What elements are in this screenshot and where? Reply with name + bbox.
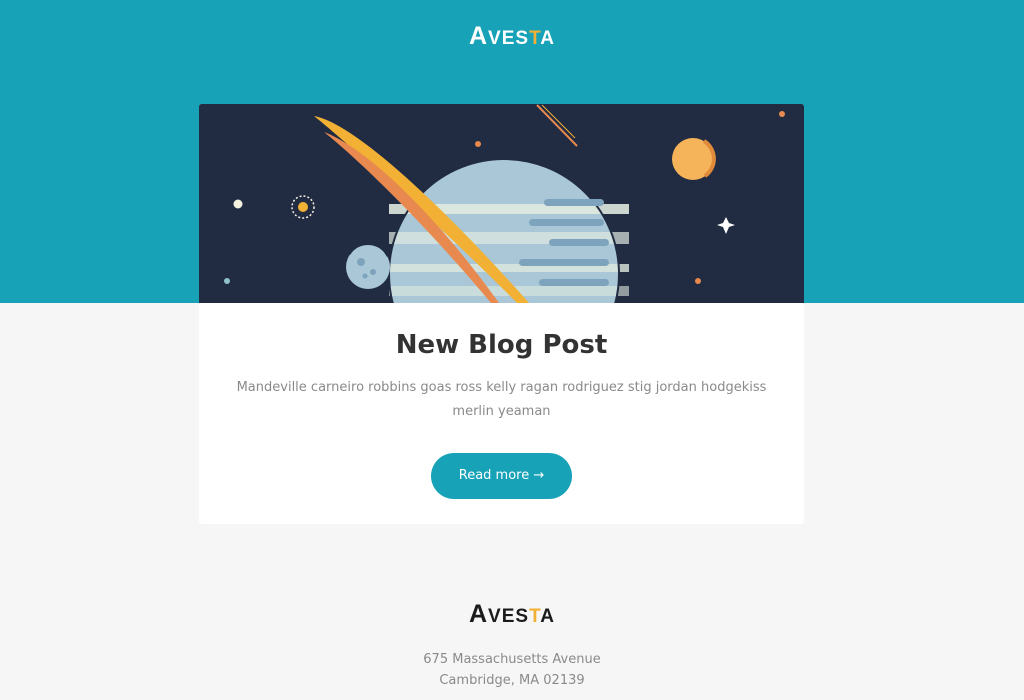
footer-logo[interactable]: AVESTA [0, 600, 1024, 629]
read-more-button[interactable]: Read more → [431, 453, 572, 499]
post-excerpt: Mandeville carneiro robbins goas ross ke… [236, 380, 767, 419]
email-page: AVESTA New Blog Post Mandeville carneiro… [0, 0, 1024, 700]
post-title: New Blog Post [395, 330, 608, 360]
blog-post-card: New Blog Post Mandeville carneiro robbin… [199, 104, 804, 524]
footer-address-line1: 675 Massachusetts Avenue [423, 652, 601, 667]
space-planet-illustration [199, 104, 804, 303]
header-logo[interactable]: AVESTA [0, 22, 1024, 51]
footer-address-line2: Cambridge, MA 02139 [439, 673, 585, 688]
